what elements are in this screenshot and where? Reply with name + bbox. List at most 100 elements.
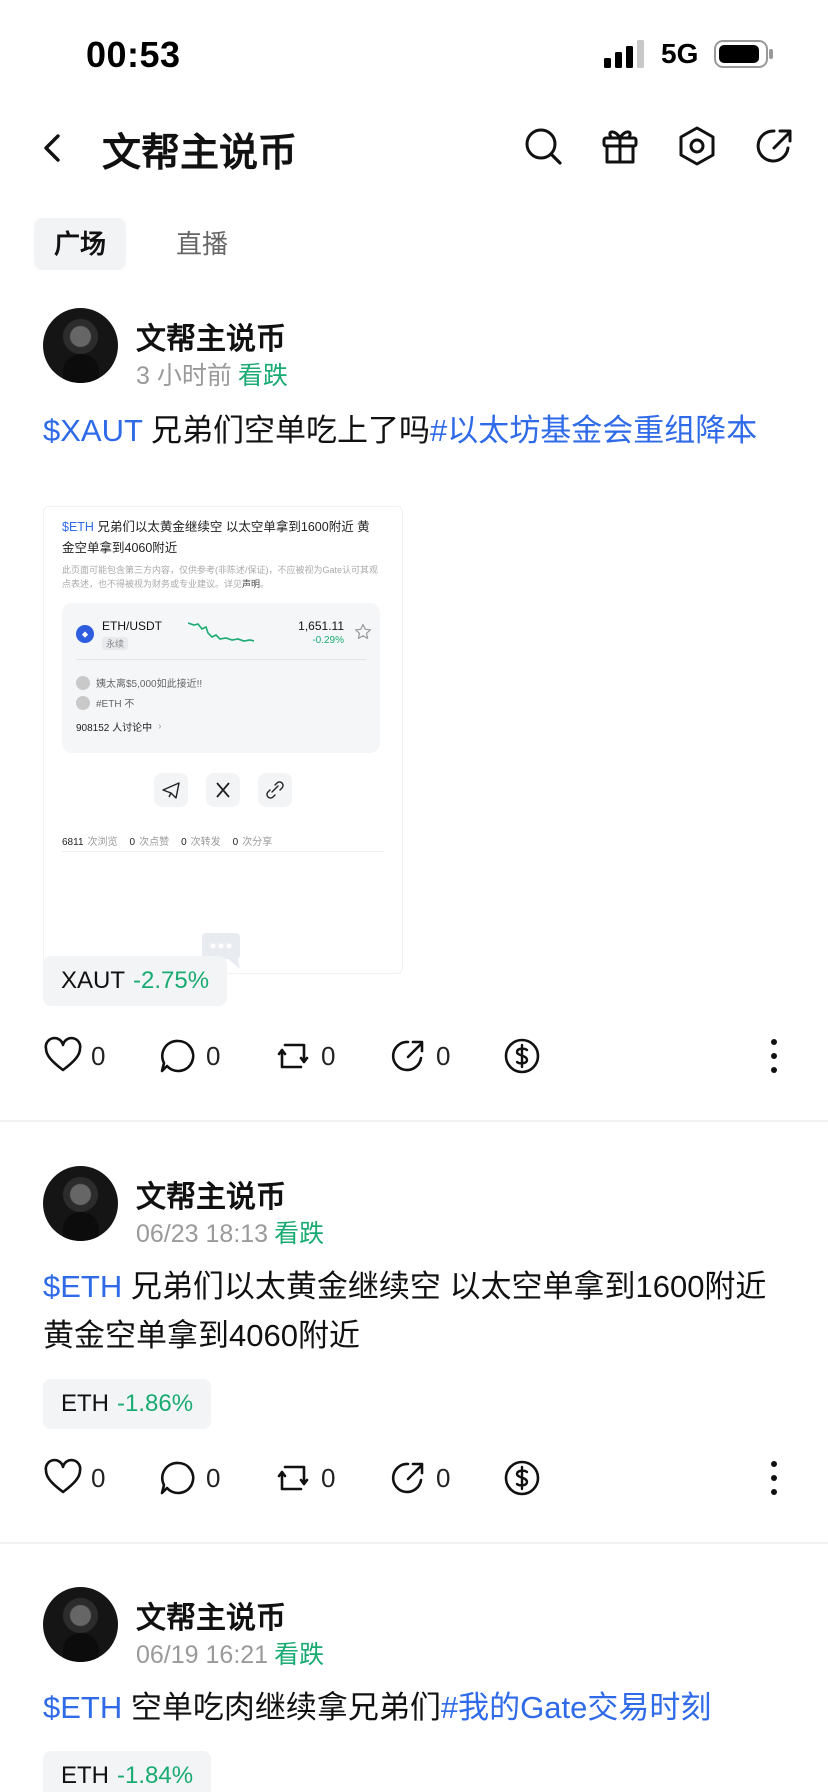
action-bar: 0 0 0 0 [0,1032,828,1080]
sentiment-label: 看跌 [274,1641,325,1669]
share-icon[interactable] [752,124,796,168]
topic-tag[interactable]: #以太坊基金会重组降本 [430,413,757,448]
share-button[interactable]: 0 [388,1454,450,1502]
stat-reposts: 0 [181,837,187,848]
repost-button[interactable]: 0 [273,1032,335,1080]
stat-shares: 0 [232,837,239,848]
comment-button[interactable]: 0 [158,1454,220,1502]
embed-market-card: ⬥ ETH/USDT 永续 1,651.11 -0.29% 姨太离$5,000如… [62,603,380,753]
battery-icon [714,40,773,68]
dollar-icon [504,1460,540,1496]
embed-comment: #ETH 不 [76,695,134,710]
author-name[interactable]: 文帮主说币 [136,1172,286,1216]
tab-square[interactable]: 广场 [34,218,127,270]
search-icon[interactable] [521,124,565,168]
back-icon[interactable] [34,128,74,168]
eth-coin-icon: ⬥ [76,625,94,643]
ticker-chip[interactable]: ETH -1.84% [43,1751,212,1792]
post-content[interactable]: $XAUT 兄弟们空单吃上了吗#以太坊基金会重组降本 [43,406,793,455]
repost-icon [277,1465,309,1491]
heart-icon [44,1036,82,1072]
x-icon [206,773,240,807]
tip-button[interactable] [502,1454,542,1502]
telegram-icon [154,773,188,807]
author-name[interactable]: 文帮主说币 [136,314,286,358]
embed-disclaimer: 此页面可能包含第三方内容，仅供参考(非陈述/保证)，不应被视为Gate认可其观点… [62,565,379,589]
embedded-screenshot[interactable]: $ETH 兄弟们以太黄金继续空 以太空单拿到1600附近 黄金空单拿到4060附… [43,506,403,974]
commenter-avatar [76,675,90,690]
more-icon[interactable] [762,1458,786,1498]
stat-label: 次分享 [242,837,273,848]
dollar-icon [504,1038,540,1074]
like-count: 0 [91,1462,106,1493]
coin-tag[interactable]: $ETH [43,1269,122,1304]
embed-disclaimer-text: 此页面可能包含第三方内容，仅供参考(非陈述/保证)，不应被视为Gate认可其观点… [62,565,379,589]
link-icon [258,773,292,807]
share-icon [391,1040,424,1072]
app-header: 文帮主说币 [0,110,828,186]
tip-button[interactable] [502,1032,542,1080]
signal-icon [604,40,644,68]
repost-button[interactable]: 0 [273,1454,335,1502]
topic-tag[interactable]: #我的Gate交易时刻 [441,1690,711,1725]
post-content[interactable]: $ETH 兄弟们以太黄金继续空 以太空单拿到1600附近 黄金空单拿到4060附… [43,1262,793,1360]
ticker-change: -2.75% [133,967,210,994]
commenter-avatar [76,695,90,710]
embed-comment-text: 姨太离$5,000如此接近!! [96,679,203,690]
sparkline-icon [188,622,254,642]
like-count: 0 [91,1040,106,1071]
post-meta: 06/23 18:13 看跌 [136,1214,324,1250]
share-count: 0 [436,1040,451,1071]
repost-count: 0 [321,1040,336,1071]
like-button[interactable]: 0 [43,1454,105,1502]
embed-discussing: 908152 人讨论中 › [76,719,162,734]
share-button[interactable]: 0 [388,1032,450,1080]
coin-tag[interactable]: $XAUT [43,413,142,448]
post-divider [0,1542,828,1544]
tab-live[interactable]: 直播 [156,218,248,270]
embed-disclaimer-link: 声明 [242,579,261,589]
author-name[interactable]: 文帮主说币 [136,1593,286,1637]
share-icon [391,1462,424,1494]
coin-tag[interactable]: $ETH [43,1690,122,1725]
ticker-symbol: XAUT [61,967,126,994]
page-title: 文帮主说币 [102,132,298,175]
post-divider [0,1120,828,1122]
repost-count: 0 [321,1462,336,1493]
post-time: 3 小时前 [136,362,232,390]
star-icon [355,623,371,639]
like-button[interactable]: 0 [43,1032,105,1080]
sentiment-label: 看跌 [274,1220,325,1248]
embed-pair: ETH/USDT [102,619,162,633]
network-type: 5G [661,38,699,69]
embed-pair-type: 永续 [102,637,129,650]
embed-discussing-text: 908152 人讨论中 [76,723,153,734]
avatar[interactable] [43,1166,118,1241]
avatar[interactable] [43,1587,118,1662]
post-meta: 3 小时前 看跌 [136,356,288,392]
post-text: 兄弟们以太黄金继续空 以太空单拿到1600附近 黄金空单拿到4060附近 [43,1269,767,1353]
ticker-chip[interactable]: ETH -1.86% [43,1379,212,1429]
ticker-symbol: ETH [61,1762,109,1789]
more-icon[interactable] [762,1036,786,1076]
ticker-chip[interactable]: XAUT -2.75% [43,956,228,1006]
embed-separator [76,659,366,660]
ticker-symbol: ETH [61,1390,109,1417]
status-time: 00:53 [86,34,181,75]
comment-button[interactable]: 0 [158,1032,220,1080]
post-text: 兄弟们空单吃上了吗 [142,413,430,448]
post-meta: 06/19 16:21 看跌 [136,1635,324,1671]
comment-icon [160,1461,195,1495]
comment-count: 0 [206,1462,221,1493]
stat-label: 次转发 [190,837,221,848]
comment-count: 0 [206,1040,221,1071]
embed-coin-tag: $ETH [62,520,94,534]
embed-price-change: -0.29% [312,635,344,646]
post-time: 06/23 18:13 [136,1220,269,1248]
sentiment-label: 看跌 [237,362,288,390]
embed-title: $ETH 兄弟们以太黄金继续空 以太空单拿到1600附近 黄金空单拿到4060附… [62,517,382,559]
post-content[interactable]: $ETH 空单吃肉继续拿兄弟们#我的Gate交易时刻 [43,1683,793,1732]
avatar[interactable] [43,308,118,383]
gift-icon[interactable] [598,124,642,168]
settings-icon[interactable] [675,124,719,168]
